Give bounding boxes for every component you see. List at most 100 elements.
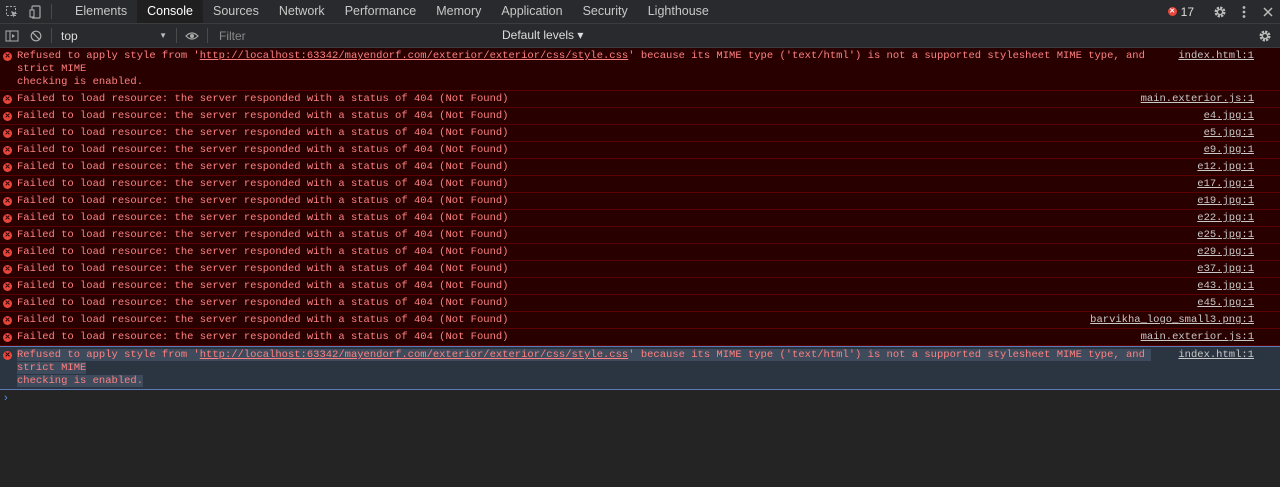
tab-elements[interactable]: Elements	[65, 0, 137, 23]
error-icon: ✕	[3, 163, 12, 172]
toolbar-divider	[51, 4, 52, 19]
error-icon: ✕	[3, 112, 12, 121]
error-counter[interactable]: ✕ 17	[1167, 4, 1194, 19]
prompt-chevron-icon: ›	[4, 392, 8, 404]
context-value: top	[61, 28, 78, 43]
show-sidebar-icon[interactable]	[0, 24, 24, 47]
message-text: Failed to load resource: the server resp…	[17, 178, 509, 190]
error-icon: ✕	[3, 282, 12, 291]
error-icon: ✕	[3, 214, 12, 223]
error-icon: ✕	[3, 231, 12, 240]
error-icon: ✕	[3, 248, 12, 257]
source-link[interactable]: e17.jpg:1	[1197, 178, 1254, 191]
filter-divider	[51, 28, 52, 43]
console-error-message[interactable]: ✕ Failed to load resource: the server res…	[0, 159, 1280, 176]
error-icon: ✕	[3, 129, 12, 138]
console-error-message[interactable]: ✕ Failed to load resource: the server res…	[0, 176, 1280, 193]
message-text: Failed to load resource: the server resp…	[17, 331, 509, 343]
error-icon: ✕	[1167, 7, 1177, 16]
tab-application[interactable]: Application	[491, 0, 572, 23]
tab-network[interactable]: Network	[269, 0, 335, 23]
toolbar-right: ✕ 17	[1167, 0, 1280, 23]
error-icon: ✕	[3, 146, 12, 155]
error-icon: ✕	[3, 351, 12, 360]
tab-memory[interactable]: Memory	[426, 0, 491, 23]
source-link[interactable]: e29.jpg:1	[1197, 246, 1254, 259]
error-count: 17	[1180, 4, 1194, 19]
source-link[interactable]: index.html:1	[1178, 50, 1254, 63]
message-text: Failed to load resource: the server resp…	[17, 212, 509, 224]
source-link[interactable]: index.html:1	[1178, 349, 1254, 362]
source-link[interactable]: e43.jpg:1	[1197, 280, 1254, 293]
source-link[interactable]: main.exterior.js:1	[1141, 331, 1254, 344]
console-error-message[interactable]: ✕ Failed to load resource: the server res…	[0, 210, 1280, 227]
source-link[interactable]: e22.jpg:1	[1197, 212, 1254, 225]
console-settings-gear-icon[interactable]	[1258, 24, 1272, 47]
console-messages: ✕ Refused to apply style from 'http://lo…	[0, 48, 1280, 406]
console-error-message[interactable]: ✕ Failed to load resource: the server res…	[0, 295, 1280, 312]
source-link[interactable]: e45.jpg:1	[1197, 297, 1254, 310]
console-prompt[interactable]: ›	[0, 390, 1280, 406]
error-icon: ✕	[3, 265, 12, 274]
live-expression-eye-icon[interactable]	[180, 24, 204, 47]
source-link[interactable]: e5.jpg:1	[1204, 127, 1254, 140]
filter-divider	[207, 28, 208, 43]
filter-input[interactable]	[217, 27, 481, 44]
message-text: Failed to load resource: the server resp…	[17, 263, 509, 275]
message-text: Failed to load resource: the server resp…	[17, 93, 509, 105]
clear-console-icon[interactable]	[24, 24, 48, 47]
error-icon: ✕	[3, 316, 12, 325]
message-text: Failed to load resource: the server resp…	[17, 161, 509, 173]
error-icon: ✕	[3, 333, 12, 342]
console-error-message[interactable]: ✕ Failed to load resource: the server res…	[0, 261, 1280, 278]
tab-console[interactable]: Console	[137, 0, 203, 23]
message-text: Failed to load resource: the server resp…	[17, 195, 509, 207]
console-error-message[interactable]: ✕ Failed to load resource: the server res…	[0, 193, 1280, 210]
settings-gear-icon[interactable]	[1208, 0, 1232, 23]
source-link[interactable]: e4.jpg:1	[1204, 110, 1254, 123]
more-options-icon[interactable]	[1232, 0, 1256, 23]
message-text: Failed to load resource: the server resp…	[17, 144, 509, 156]
console-error-message[interactable]: ✕ Failed to load resource: the server res…	[0, 125, 1280, 142]
source-link[interactable]: e25.jpg:1	[1197, 229, 1254, 242]
console-error-message[interactable]: ✕ Failed to load resource: the server res…	[0, 91, 1280, 108]
console-error-message[interactable]: ✕ Failed to load resource: the server res…	[0, 312, 1280, 329]
console-error-message[interactable]: ✕ Failed to load resource: the server res…	[0, 244, 1280, 261]
log-levels-dropdown[interactable]: Default levels ▾	[502, 24, 583, 47]
tab-sources[interactable]: Sources	[203, 0, 269, 23]
inspect-element-icon[interactable]	[0, 0, 24, 23]
tab-security[interactable]: Security	[573, 0, 638, 23]
device-toolbar-icon[interactable]	[24, 0, 48, 23]
console-error-message[interactable]: ✕ Failed to load resource: the server res…	[0, 329, 1280, 346]
message-text: Failed to load resource: the server resp…	[17, 110, 509, 122]
source-link[interactable]: main.exterior.js:1	[1141, 93, 1254, 106]
message-text: Failed to load resource: the server resp…	[17, 246, 509, 258]
source-link[interactable]: barvikha_logo_small3.png:1	[1090, 314, 1254, 327]
message-text: Failed to load resource: the server resp…	[17, 297, 509, 309]
context-selector[interactable]: top ▼	[55, 29, 173, 43]
tab-lighthouse[interactable]: Lighthouse	[638, 0, 719, 23]
devtools-toolbar: Elements Console Sources Network Perform…	[0, 0, 1280, 24]
console-error-message[interactable]: ✕ Failed to load resource: the server res…	[0, 108, 1280, 125]
source-link[interactable]: e19.jpg:1	[1197, 195, 1254, 208]
stylesheet-url-link[interactable]: http://localhost:63342/mayendorf.com/ext…	[200, 349, 628, 361]
error-icon: ✕	[3, 180, 12, 189]
console-error-message[interactable]: ✕ Refused to apply style from 'http://lo…	[0, 48, 1280, 91]
tab-performance[interactable]: Performance	[335, 0, 427, 23]
stylesheet-url-link[interactable]: http://localhost:63342/mayendorf.com/ext…	[200, 50, 628, 62]
panel-tabs: Elements Console Sources Network Perform…	[65, 0, 719, 23]
console-filter-bar: top ▼ Default levels ▾	[0, 24, 1280, 48]
error-icon: ✕	[3, 95, 12, 104]
error-icon: ✕	[3, 52, 12, 61]
message-text: Refused to apply style from 'http://loca…	[17, 349, 1280, 388]
source-link[interactable]: e9.jpg:1	[1204, 144, 1254, 157]
console-error-message-selected[interactable]: ✕ Refused to apply style from 'http://lo…	[0, 346, 1280, 390]
console-error-message[interactable]: ✕ Failed to load resource: the server res…	[0, 278, 1280, 295]
message-text: Failed to load resource: the server resp…	[17, 229, 509, 241]
source-link[interactable]: e12.jpg:1	[1197, 161, 1254, 174]
source-link[interactable]: e37.jpg:1	[1197, 263, 1254, 276]
console-error-message[interactable]: ✕ Failed to load resource: the server res…	[0, 227, 1280, 244]
console-error-message[interactable]: ✕ Failed to load resource: the server res…	[0, 142, 1280, 159]
message-text: Refused to apply style from 'http://loca…	[17, 50, 1145, 88]
close-icon[interactable]	[1256, 0, 1280, 23]
